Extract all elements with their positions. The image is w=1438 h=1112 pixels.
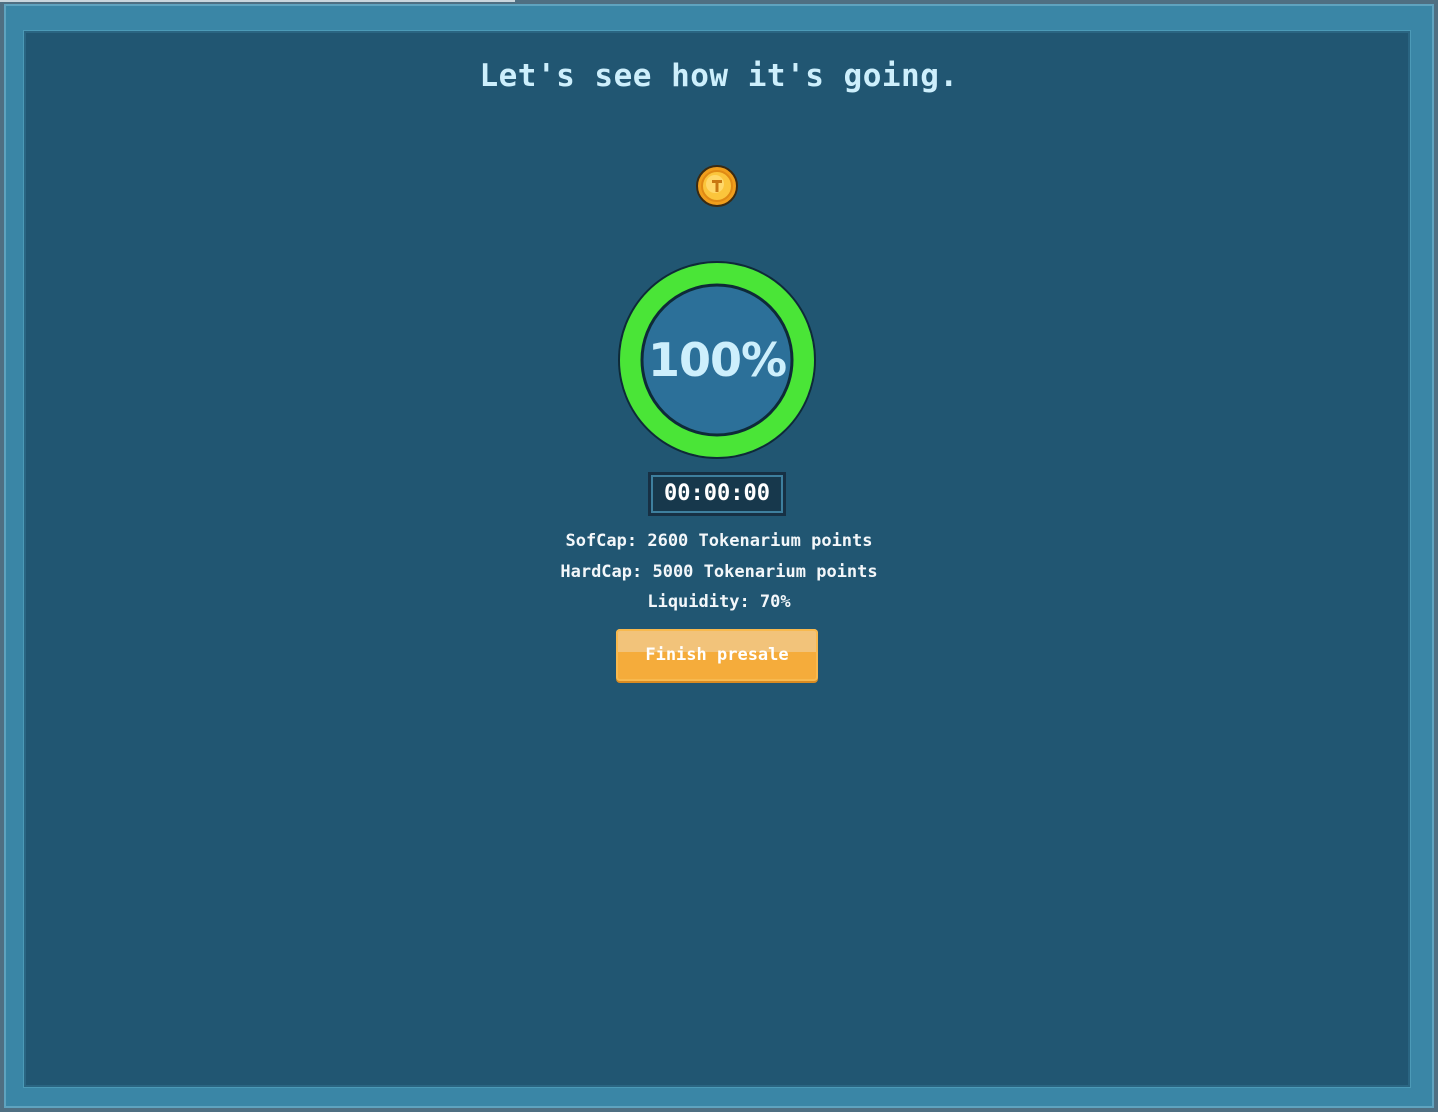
coin-icon [695, 164, 739, 208]
progress-ring: 100% [616, 259, 818, 461]
page-title: Let's see how it's going. [479, 58, 959, 94]
timer-value: 00:00:00 [664, 481, 770, 506]
countdown-timer: 00:00:00 [648, 472, 786, 516]
progress-percent: 100% [647, 333, 787, 387]
finish-presale-button[interactable]: Finish presale [616, 629, 818, 681]
frame-highlight [0, 0, 515, 2]
finish-presale-label: Finish presale [645, 645, 789, 665]
softcap-text: SofCap: 2600 Tokenarium points [565, 531, 873, 551]
liquidity-text: Liquidity: 70% [647, 592, 791, 612]
hardcap-text: HardCap: 5000 Tokenarium points [560, 562, 878, 582]
